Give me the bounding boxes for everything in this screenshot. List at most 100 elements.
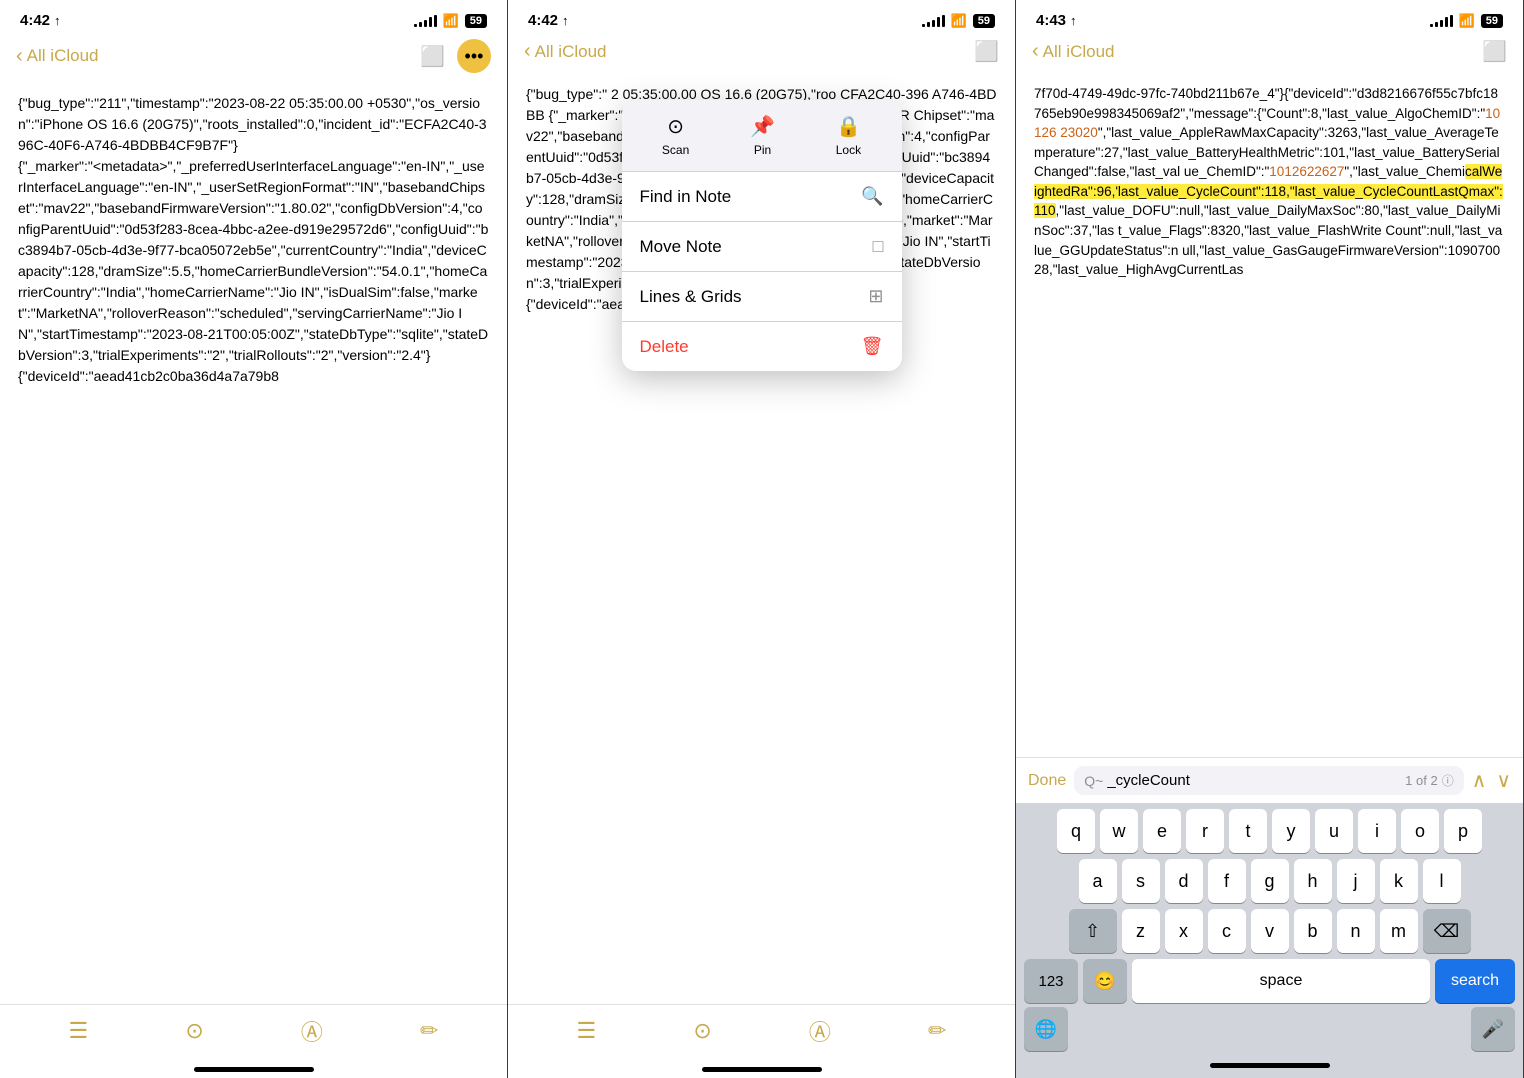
key-j[interactable]: j [1337,859,1375,903]
status-time-1: 4:42 ↑ [20,12,61,29]
scan-menu-item[interactable]: ⊙ Scan [662,114,689,157]
shift-key[interactable]: ⇧ [1069,909,1117,953]
move-note-menu-item[interactable]: Move Note □ [622,222,902,272]
status-icons-3: 📶 59 [1430,13,1503,29]
nav-bar-3: ‹ All iCloud ⬜ [1016,35,1523,72]
key-l[interactable]: l [1423,859,1461,903]
find-done-button[interactable]: Done [1028,772,1066,790]
key-n[interactable]: n [1337,909,1375,953]
nav-actions-1: ⬜ ••• [420,39,491,73]
share-icon-2[interactable]: ⬜ [974,39,999,64]
nav-actions-2: ⬜ [974,39,999,64]
nav-bar-1: ‹ All iCloud ⬜ ••• [0,35,507,81]
space-key[interactable]: space [1132,959,1430,1003]
context-menu: ⊙ Scan 📌 Pin 🔒 Lock Find in Note 🔍 M [622,100,902,371]
key-f[interactable]: f [1208,859,1246,903]
find-next-button[interactable]: ∨ [1496,768,1511,793]
key-a[interactable]: a [1079,859,1117,903]
lock-icon: 🔒 [836,114,861,139]
key-u[interactable]: u [1315,809,1353,853]
key-k[interactable]: k [1380,859,1418,903]
key-o[interactable]: o [1401,809,1439,853]
lock-menu-item[interactable]: 🔒 Lock [836,114,861,157]
keyboard-row-2: a s d f g h j k l [1020,859,1519,903]
link-orange-2[interactable]: 1012622627 [1269,164,1344,179]
keyboard-row-3: ⇧ z x c v b n m ⌫ [1020,909,1519,953]
find-in-note-menu-item[interactable]: Find in Note 🔍 [622,172,902,222]
wifi-icon-3: 📶 [1459,13,1475,29]
share-icon[interactable]: ⬜ [420,44,445,69]
camera-icon[interactable]: ⊙ [185,1018,203,1044]
key-t[interactable]: t [1229,809,1267,853]
key-c[interactable]: c [1208,909,1246,953]
back-button-1[interactable]: ‹ All iCloud [16,45,98,68]
status-icons-2: 📶 59 [922,13,995,29]
signal-icon-2 [922,15,945,27]
globe-key[interactable]: 🌐 [1024,1007,1068,1051]
home-indicator-area-3 [1020,1057,1519,1074]
key-b[interactable]: b [1294,909,1332,953]
key-z[interactable]: z [1122,909,1160,953]
compose-icon-2[interactable]: ✏ [928,1018,946,1044]
panel-1: 4:42 ↑ 📶 59 ‹ All iCloud ⬜ ••• [0,0,508,1078]
pin-icon: 📌 [750,114,775,139]
battery-badge-2: 59 [973,14,995,28]
find-search-area: Q~ _cycleCount 1 of 2 ⓘ [1074,766,1463,795]
mic-key[interactable]: 🎤 [1471,1007,1515,1051]
panel-3: 4:43 ↑ 📶 59 ‹ All iCloud ⬜ 7f70d-4749-49… [1016,0,1524,1078]
key-q[interactable]: q [1057,809,1095,853]
key-v[interactable]: v [1251,909,1289,953]
status-bar-2: 4:42 ↑ 📶 59 [508,0,1015,35]
key-s[interactable]: s [1122,859,1160,903]
share-icon-3[interactable]: ⬜ [1482,39,1507,64]
pin-menu-item[interactable]: 📌 Pin [750,114,775,157]
search-key[interactable]: search [1435,959,1515,1003]
key-r[interactable]: r [1186,809,1224,853]
back-button-3[interactable]: ‹ All iCloud [1032,40,1114,63]
home-indicator-2 [702,1067,822,1072]
context-menu-top-row: ⊙ Scan 📌 Pin 🔒 Lock [622,100,902,172]
delete-menu-item[interactable]: Delete 🗑 [622,322,902,371]
key-p[interactable]: p [1444,809,1482,853]
nav-actions-3: ⬜ [1482,39,1507,64]
note-content-1: {"bug_type":"211","timestamp":"2023-08-2… [0,81,507,1004]
find-prev-button[interactable]: ∧ [1472,768,1487,793]
numbers-key[interactable]: 123 [1024,959,1078,1003]
backspace-key[interactable]: ⌫ [1423,909,1471,953]
signal-icon-3 [1430,15,1453,27]
scan-icon: ⊙ [667,114,684,139]
lines-grids-menu-item[interactable]: Lines & Grids ⊞ [622,272,902,322]
key-e[interactable]: e [1143,809,1181,853]
checklist-icon[interactable]: ☰ [69,1018,89,1044]
more-button[interactable]: ••• [457,39,491,73]
find-bar: Done Q~ _cycleCount 1 of 2 ⓘ ∧ ∨ [1016,757,1523,803]
find-count: 1 of 2 [1405,773,1438,788]
status-bar-3: 4:43 ↑ 📶 59 [1016,0,1523,35]
keyboard-globe-row: 🌐 🎤 [1020,1007,1519,1051]
find-input[interactable]: _cycleCount [1107,772,1401,789]
back-button-2[interactable]: ‹ All iCloud [524,40,606,63]
wifi-icon: 📶 [443,13,459,29]
search-icon-menu: 🔍 [861,186,883,207]
key-y[interactable]: y [1272,809,1310,853]
key-w[interactable]: w [1100,809,1138,853]
wifi-icon-2: 📶 [951,13,967,29]
key-x[interactable]: x [1165,909,1203,953]
checklist-icon-2[interactable]: ☰ [577,1018,597,1044]
bottom-toolbar-1: ☰ ⊙ Ⓐ ✏ [0,1004,507,1061]
key-i[interactable]: i [1358,809,1396,853]
format-icon-2[interactable]: Ⓐ [809,1015,831,1047]
compose-icon[interactable]: ✏ [420,1018,438,1044]
signal-icon [414,15,437,27]
panel-2: 4:42 ↑ 📶 59 ‹ All iCloud ⬜ {"bug_type":"… [508,0,1016,1078]
key-d[interactable]: d [1165,859,1203,903]
note-content-3: 7f70d-4749-49dc-97fc-740bd211b67e_4"}{"d… [1016,72,1523,757]
key-m[interactable]: m [1380,909,1418,953]
key-h[interactable]: h [1294,859,1332,903]
status-time-3: 4:43 ↑ [1036,12,1077,29]
emoji-key[interactable]: 😊 [1083,959,1127,1003]
format-icon[interactable]: Ⓐ [301,1015,323,1047]
chevron-left-icon-3: ‹ [1032,40,1039,63]
camera-icon-2[interactable]: ⊙ [693,1018,711,1044]
key-g[interactable]: g [1251,859,1289,903]
